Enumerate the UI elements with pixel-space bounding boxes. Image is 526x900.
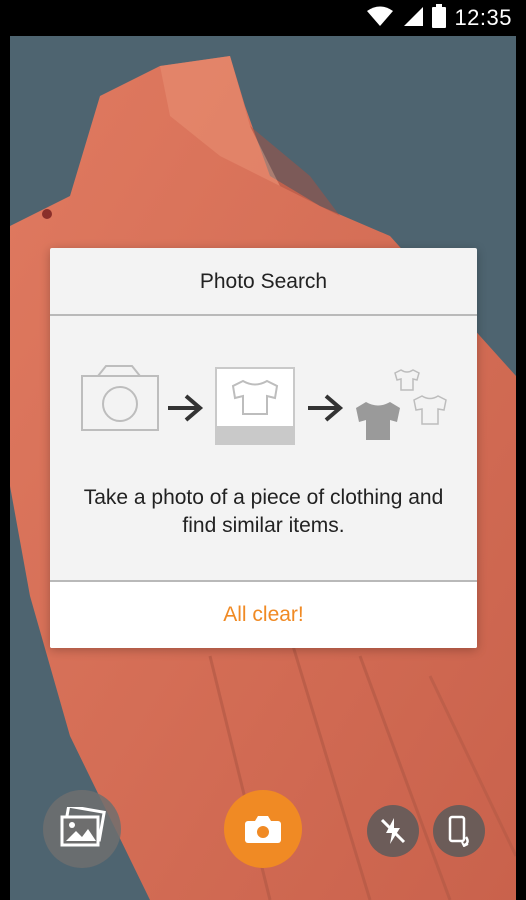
- shutter-button[interactable]: [224, 790, 302, 868]
- status-icons: 12:35: [366, 3, 512, 33]
- arrow-right-icon: [308, 394, 344, 422]
- gallery-button[interactable]: [43, 790, 121, 868]
- signal-icon: [402, 5, 424, 32]
- camera-icon: [245, 816, 281, 843]
- camera-icon: [81, 365, 159, 431]
- dialog-title: Photo Search: [50, 248, 477, 316]
- arrow-right-icon: [168, 394, 204, 422]
- all-clear-button[interactable]: All clear!: [50, 582, 477, 648]
- wifi-icon: [366, 5, 394, 32]
- shirt-results-icon: [356, 369, 447, 440]
- gallery-icon: [60, 807, 106, 847]
- dialog-illustration: [50, 316, 477, 466]
- photo-search-dialog: Photo Search Take a photo of a piece of …: [50, 248, 477, 648]
- status-time: 12:35: [454, 5, 512, 30]
- flash-off-button[interactable]: [367, 805, 419, 857]
- rotate-screen-icon: [448, 815, 469, 847]
- battery-icon: [432, 3, 447, 33]
- photo-shirt-icon: [215, 367, 295, 445]
- rotate-screen-button[interactable]: [433, 805, 485, 857]
- status-bar: 12:35: [0, 0, 526, 36]
- flash-off-icon: [380, 818, 406, 844]
- dialog-message: Take a photo of a piece of clothing and …: [83, 486, 444, 537]
